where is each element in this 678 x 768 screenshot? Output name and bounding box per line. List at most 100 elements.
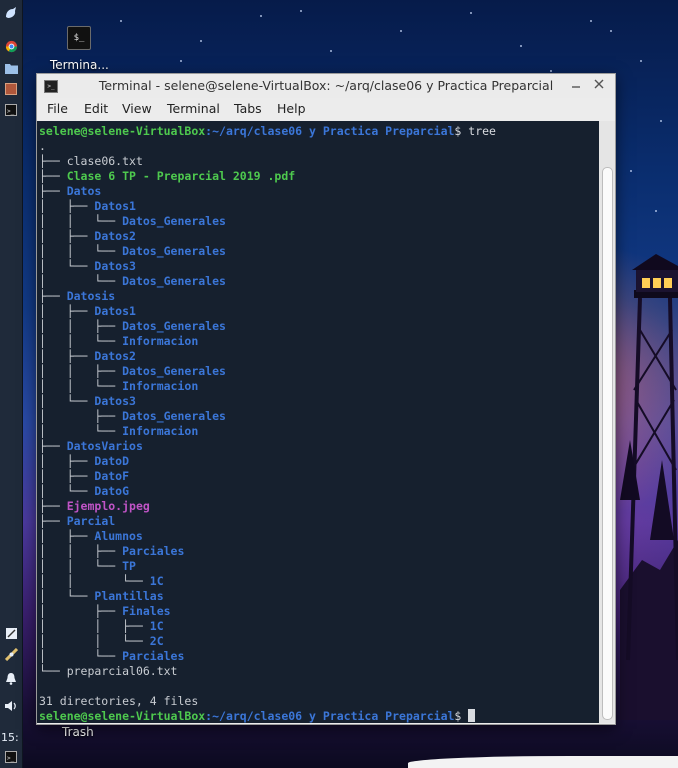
tree-entry: │ └── Datos3	[39, 259, 136, 274]
star	[180, 60, 182, 62]
tree-entry: │ └── Parciales	[39, 649, 184, 664]
terminal-launcher-icon[interactable]: >_	[4, 103, 18, 117]
tree-entry: ├── Ejemplo.jpeg	[39, 499, 150, 514]
tree-entry-name: Datos_Generales	[122, 409, 226, 423]
star	[260, 15, 262, 17]
tree-entry-name: Datosis	[66, 289, 116, 303]
tree-branch: │ │ ├──	[39, 364, 123, 378]
star	[630, 170, 632, 172]
tree-branch: │ └──	[39, 259, 95, 273]
star	[550, 70, 552, 72]
close-icon[interactable]	[591, 77, 607, 93]
tree-branch: │ ├──	[39, 304, 95, 318]
tree-entry-name: Parcial	[66, 514, 116, 528]
star	[300, 10, 302, 12]
tree-entry-name: DatoG	[94, 484, 130, 498]
minimize-icon[interactable]	[568, 77, 584, 93]
tree-entry: │ │ ├── Datos_Generales	[39, 364, 226, 379]
tree-entry: │ └── Plantillas	[39, 589, 164, 604]
tree-entry: │ ├── DatoF	[39, 469, 129, 484]
tree-entry-name: TP	[122, 559, 136, 573]
tree-entry: ├── Datos	[39, 184, 101, 199]
tree-entry: │ ├── Alumnos	[39, 529, 143, 544]
desktop-terminal-label[interactable]: Termina...	[50, 58, 109, 72]
star	[400, 30, 402, 32]
tree-branch: │ │ ├──	[39, 544, 123, 558]
volume-icon[interactable]	[4, 699, 18, 713]
notes-icon[interactable]	[4, 626, 18, 640]
menu-terminal[interactable]: Terminal	[167, 101, 220, 116]
tree-branch: ├──	[39, 514, 67, 528]
star	[655, 210, 657, 212]
tree-entry-name: 1C	[149, 619, 164, 633]
tree-entry-name: 1C	[149, 574, 164, 588]
tree-entry: ├── DatosVarios	[39, 439, 143, 454]
tree-entry: │ │ └── 2C	[39, 634, 164, 649]
chrome-icon[interactable]	[4, 39, 18, 53]
tree-branch: │ ├──	[39, 604, 123, 618]
scrollbar[interactable]	[599, 121, 615, 723]
tree-entry-name: Finales	[122, 604, 171, 618]
tree-entry-name: Parciales	[122, 544, 185, 558]
tree-entry-name: Datos_Generales	[122, 319, 226, 333]
scrollbar-thumb[interactable]	[602, 167, 613, 720]
folder-icon[interactable]	[4, 61, 18, 75]
whisker-menu-icon[interactable]	[4, 6, 18, 20]
tree-entry-name: Datos3	[94, 259, 136, 273]
tree-branch: │ ├──	[39, 469, 95, 483]
star	[520, 45, 522, 47]
menu-file[interactable]: File	[47, 101, 68, 116]
tree-branch: │ │ ├──	[39, 619, 150, 633]
prompt-path: :~/arq/clase06 y Practica Preparcial	[205, 124, 455, 138]
tree-entry-name: Datos2	[94, 349, 136, 363]
menu-help[interactable]: Help	[277, 101, 306, 116]
tree-branch: └──	[39, 664, 67, 678]
notification-bell-icon[interactable]	[4, 671, 18, 685]
tree-branch: │ └──	[39, 589, 95, 603]
menu-view[interactable]: View	[122, 101, 152, 116]
network-icon[interactable]	[4, 647, 18, 661]
tree-branch: ├──	[39, 154, 67, 168]
side-panel: >_ 15: >_	[0, 0, 23, 768]
prompt-user: selene@selene-VirtualBox	[39, 124, 206, 138]
tree-entry-name: Informacion	[122, 379, 199, 393]
lookout-tower-illustration	[620, 254, 678, 720]
tree-branch: │ └──	[39, 274, 123, 288]
snow-ground	[408, 756, 678, 768]
tree-branch: ├──	[39, 499, 67, 513]
tree-entry-name: Datos1	[94, 199, 136, 213]
panel-clock[interactable]: 15:	[1, 731, 19, 744]
tree-entry-name: Ejemplo.jpeg	[66, 499, 150, 513]
tree-entry-name: Plantillas	[94, 589, 164, 603]
app-icon[interactable]	[4, 82, 18, 96]
desktop-trash-label[interactable]: Trash	[62, 725, 94, 739]
star	[470, 12, 472, 14]
taskbar-terminal-icon[interactable]: >_	[4, 750, 18, 764]
tree-entry-name: preparcial06.txt	[66, 664, 178, 678]
current-prompt[interactable]: selene@selene-VirtualBox:~/arq/clase06 y…	[39, 709, 476, 723]
command-line: selene@selene-VirtualBox:~/arq/clase06 y…	[39, 124, 496, 139]
tree-branch: │ │ └──	[39, 559, 123, 573]
tree-branch: │ │ └──	[39, 214, 123, 228]
menu-edit[interactable]: Edit	[84, 101, 108, 116]
tree-entry: │ ├── Datos2	[39, 229, 136, 244]
tree-entry-name: Datos_Generales	[122, 364, 226, 378]
tree-branch: │ └──	[39, 394, 95, 408]
tree-branch: │ │ └──	[39, 574, 150, 588]
tree-entry: │ │ └── Datos_Generales	[39, 214, 226, 229]
tree-entry: │ │ └── 1C	[39, 574, 164, 589]
prompt-symbol: $	[454, 709, 469, 723]
tree-entry-name: Datos_Generales	[122, 244, 226, 258]
tree-entry: │ │ └── TP	[39, 559, 136, 574]
desktop-terminal-icon[interactable]: $_	[67, 26, 91, 50]
window-titlebar[interactable]: >_ Terminal - selene@selene-VirtualBox: …	[37, 74, 615, 99]
tree-entry-name: Parciales	[122, 649, 185, 663]
menu-tabs[interactable]: Tabs	[234, 101, 262, 116]
tree-branch: │ ├──	[39, 229, 95, 243]
tree-entry: │ └── Datos_Generales	[39, 274, 226, 289]
tree-entry: ├── clase06.txt	[39, 154, 143, 169]
terminal-output[interactable]: selene@selene-VirtualBox:~/arq/clase06 y…	[37, 121, 599, 723]
tree-branch: ├──	[39, 169, 67, 183]
tree-entry-name: Datos	[66, 184, 102, 198]
tree-entry: │ │ ├── Datos_Generales	[39, 319, 226, 334]
